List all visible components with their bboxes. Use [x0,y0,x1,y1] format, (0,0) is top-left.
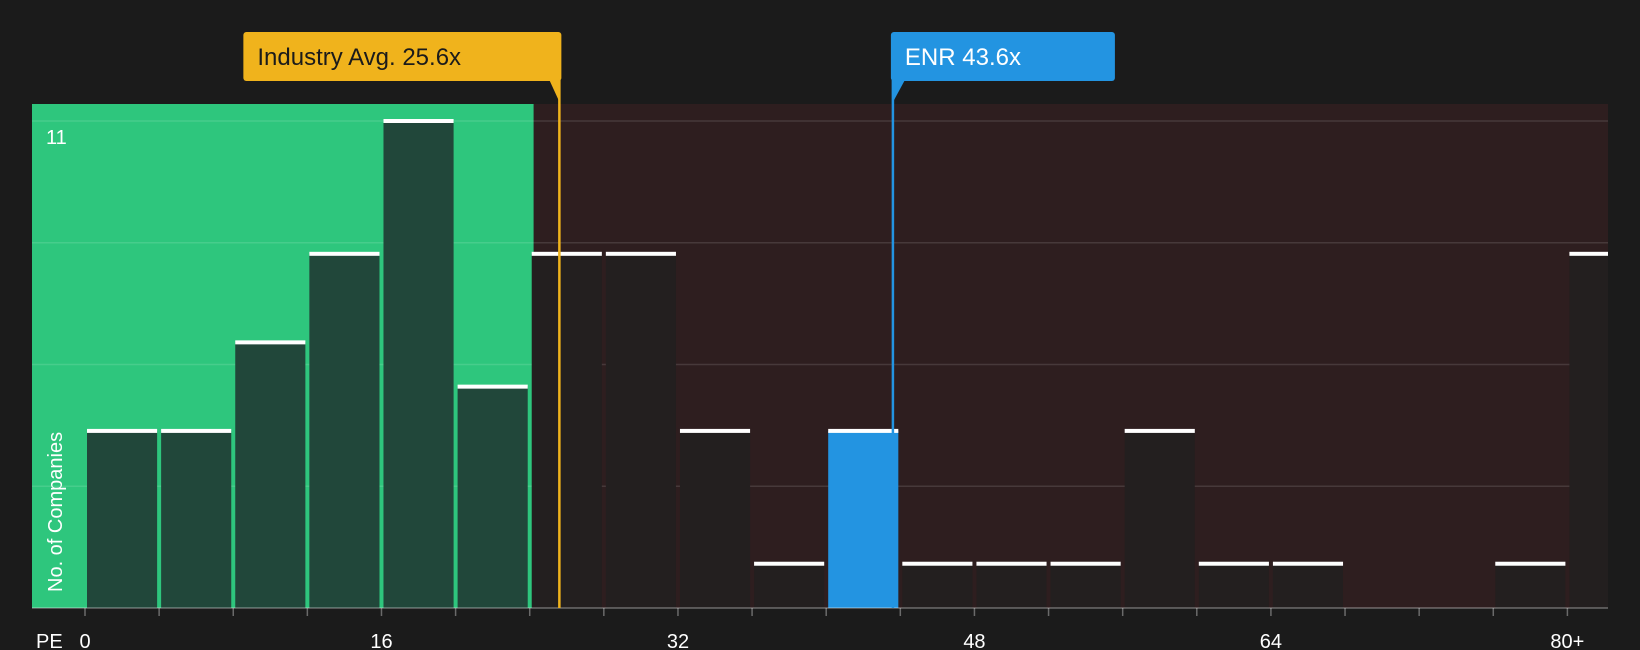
x-tick-label: 0 [79,631,90,650]
bar-cap [1050,561,1121,566]
histogram-bar [679,430,751,608]
bar-cap [1124,428,1195,433]
bar-cap [1495,561,1566,566]
histogram-bar [161,430,232,608]
histogram-bar [383,121,454,608]
bar-cap [1569,251,1608,256]
histogram-bar [87,430,158,608]
bar-cap [605,251,676,256]
x-tick-label: 48 [963,631,985,650]
histogram-bar [531,253,602,608]
x-tick-label: 32 [667,631,689,650]
x-axis-label: PE [36,631,63,650]
bar-cap [902,561,973,566]
histogram-bar [828,430,899,608]
x-tick-label: 16 [370,631,392,650]
bar-cap [1198,561,1269,566]
bar-cap [754,561,825,566]
histogram-bar [976,563,1047,608]
company-label: ENR 43.6x [905,44,1021,71]
histogram-bar [1050,563,1121,608]
bar-cap [161,428,232,433]
x-tick-label: 80+ [1550,631,1584,650]
x-tick-label: 64 [1260,631,1282,650]
bar-cap [383,119,454,123]
histogram-bar [309,253,380,608]
histogram-bar [1124,430,1195,608]
histogram-bar [1272,563,1344,608]
histogram-bar [1495,563,1566,608]
histogram-bar [754,563,825,608]
histogram-bar [235,342,306,608]
y-axis-label: No. of Companies [45,432,67,592]
bar-cap [235,340,306,345]
bar-cap [1272,561,1344,566]
histogram-bar [605,253,676,608]
histogram-bar [1198,563,1269,608]
bar-cap [828,428,899,433]
pe-distribution-chart: 0 16 32 48 64 80+ Industry Avg. 25.6x ENR 43.6… [0,0,1640,650]
histogram-bar [457,386,528,608]
bar-cap [87,428,158,433]
histogram-bar [1569,253,1608,608]
histogram-bar [902,563,973,608]
bar-cap [976,561,1047,566]
bar-cap [309,251,380,256]
industry-avg-label: Industry Avg. 25.6x [257,44,461,71]
y-top-tick-label: 11 [46,127,67,149]
bar-cap [679,428,751,433]
bar-cap [457,384,528,389]
bar-cap [531,251,602,256]
